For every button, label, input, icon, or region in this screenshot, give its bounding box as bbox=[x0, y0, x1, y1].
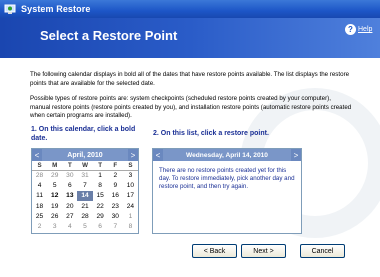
calendar-day[interactable]: 9 bbox=[108, 180, 123, 190]
calendar-day[interactable]: 30 bbox=[62, 170, 77, 180]
list-header: < Wednesday, April 14, 2010 > bbox=[153, 149, 301, 161]
prev-month-button[interactable]: < bbox=[32, 149, 42, 161]
calendar-day[interactable]: 27 bbox=[62, 211, 77, 221]
calendar-day[interactable]: 29 bbox=[93, 211, 108, 221]
step1-heading: 1. On this calendar, click a bold date. bbox=[31, 126, 136, 142]
calendar-day[interactable]: 30 bbox=[108, 211, 123, 221]
days-of-week-row: S M T W T F S bbox=[32, 161, 138, 171]
calendar-day[interactable]: 6 bbox=[62, 180, 77, 190]
page-header: Select a Restore Point bbox=[0, 18, 380, 58]
dow-label: S bbox=[32, 161, 48, 171]
calendar-day[interactable]: 26 bbox=[47, 211, 62, 221]
calendar-day[interactable]: 17 bbox=[123, 191, 138, 201]
calendar-week: 25 26 27 28 29 30 1 bbox=[32, 211, 138, 221]
calendar-month-label: April, 2010 bbox=[67, 151, 103, 159]
no-restore-points-message: There are no restore points created yet … bbox=[159, 167, 295, 190]
calendar-day[interactable]: 28 bbox=[32, 170, 47, 180]
back-button[interactable]: < Back bbox=[192, 244, 237, 258]
calendar-day-with-restore-point[interactable]: 12 bbox=[47, 191, 62, 201]
calendar-day[interactable]: 6 bbox=[93, 221, 108, 231]
calendar-week: 28 29 30 31 1 2 3 bbox=[32, 170, 138, 180]
dow-label: M bbox=[47, 161, 63, 171]
step2-heading: 2. On this list, click a restore point. bbox=[153, 130, 269, 137]
calendar-header: < April, 2010 > bbox=[32, 149, 138, 161]
calendar-day[interactable]: 4 bbox=[62, 221, 77, 231]
next-button[interactable]: Next > bbox=[241, 244, 286, 258]
prev-day-button[interactable]: < bbox=[153, 149, 163, 161]
help-label: Help bbox=[358, 26, 373, 33]
calendar-day[interactable]: 8 bbox=[93, 180, 108, 190]
back-button-label: < Back bbox=[203, 247, 226, 255]
calendar-grid: S M T W T F S 28 29 30 31 1 2 3 4 5 6 7 … bbox=[32, 161, 138, 232]
calendar-week: 4 5 6 7 8 9 10 bbox=[32, 180, 138, 190]
calendar-day[interactable]: 5 bbox=[77, 221, 92, 231]
cancel-button-label: Cancel bbox=[311, 247, 334, 255]
system-restore-icon bbox=[4, 3, 16, 15]
calendar-day-selected[interactable]: 14 bbox=[77, 190, 93, 201]
intro-text: The following calendar displays in bold … bbox=[30, 71, 350, 87]
dow-label: T bbox=[92, 161, 108, 171]
calendar-day[interactable]: 5 bbox=[47, 180, 62, 190]
cancel-button[interactable]: Cancel bbox=[300, 244, 345, 258]
next-day-button[interactable]: > bbox=[290, 149, 301, 161]
page-title: Select a Restore Point bbox=[40, 28, 178, 43]
calendar-day[interactable]: 1 bbox=[93, 170, 108, 180]
calendar-day[interactable]: 2 bbox=[32, 221, 47, 231]
calendar-week: 11 12 13 14 15 16 17 bbox=[32, 190, 138, 201]
calendar-day[interactable]: 18 bbox=[32, 201, 47, 211]
calendar-day[interactable]: 1 bbox=[123, 211, 138, 221]
calendar-day[interactable]: 11 bbox=[32, 191, 47, 201]
calendar-day[interactable]: 23 bbox=[108, 201, 123, 211]
calendar-day[interactable]: 10 bbox=[123, 180, 138, 190]
dow-label: S bbox=[122, 161, 138, 171]
dow-label: T bbox=[62, 161, 78, 171]
calendar-day[interactable]: 19 bbox=[47, 201, 62, 211]
calendar-day[interactable]: 3 bbox=[123, 170, 138, 180]
calendar-day[interactable]: 7 bbox=[108, 221, 123, 231]
calendar-day[interactable]: 7 bbox=[77, 180, 92, 190]
calendar-day[interactable]: 28 bbox=[77, 211, 92, 221]
calendar-day[interactable]: 25 bbox=[32, 211, 47, 221]
calendar-day[interactable]: 22 bbox=[93, 201, 108, 211]
calendar-week: 2 3 4 5 6 7 8 bbox=[32, 221, 138, 231]
calendar-day[interactable]: 4 bbox=[32, 180, 47, 190]
calendar-day-with-restore-point[interactable]: 13 bbox=[62, 191, 77, 201]
calendar-day[interactable]: 15 bbox=[93, 191, 108, 201]
calendar-day[interactable]: 16 bbox=[108, 191, 123, 201]
calendar-day[interactable]: 20 bbox=[62, 201, 77, 211]
calendar-day[interactable]: 8 bbox=[123, 221, 138, 231]
calendar-day[interactable]: 21 bbox=[77, 201, 92, 211]
content-area: The following calendar displays in bold … bbox=[0, 58, 380, 277]
calendar: < April, 2010 > S M T W T F S 28 29 30 3… bbox=[31, 148, 139, 234]
calendar-day[interactable]: 24 bbox=[123, 201, 138, 211]
restore-types-text: Possible types of restore points are: sy… bbox=[30, 95, 352, 120]
calendar-week: 18 19 20 21 22 23 24 bbox=[32, 201, 138, 211]
title-bar: System Restore bbox=[0, 0, 380, 18]
help-link[interactable]: ? Help bbox=[345, 24, 372, 35]
calendar-day[interactable]: 2 bbox=[108, 170, 123, 180]
dow-label: W bbox=[77, 161, 93, 171]
dow-label: F bbox=[107, 161, 123, 171]
next-month-button[interactable]: > bbox=[127, 149, 138, 161]
next-button-label: Next > bbox=[253, 247, 274, 255]
list-date-label: Wednesday, April 14, 2010 bbox=[186, 151, 268, 159]
calendar-day[interactable]: 29 bbox=[47, 170, 62, 180]
calendar-day[interactable]: 31 bbox=[77, 170, 92, 180]
help-icon: ? bbox=[345, 24, 356, 35]
window-title: System Restore bbox=[21, 4, 91, 14]
restore-point-list[interactable]: < Wednesday, April 14, 2010 > There are … bbox=[152, 148, 302, 234]
calendar-day[interactable]: 3 bbox=[47, 221, 62, 231]
